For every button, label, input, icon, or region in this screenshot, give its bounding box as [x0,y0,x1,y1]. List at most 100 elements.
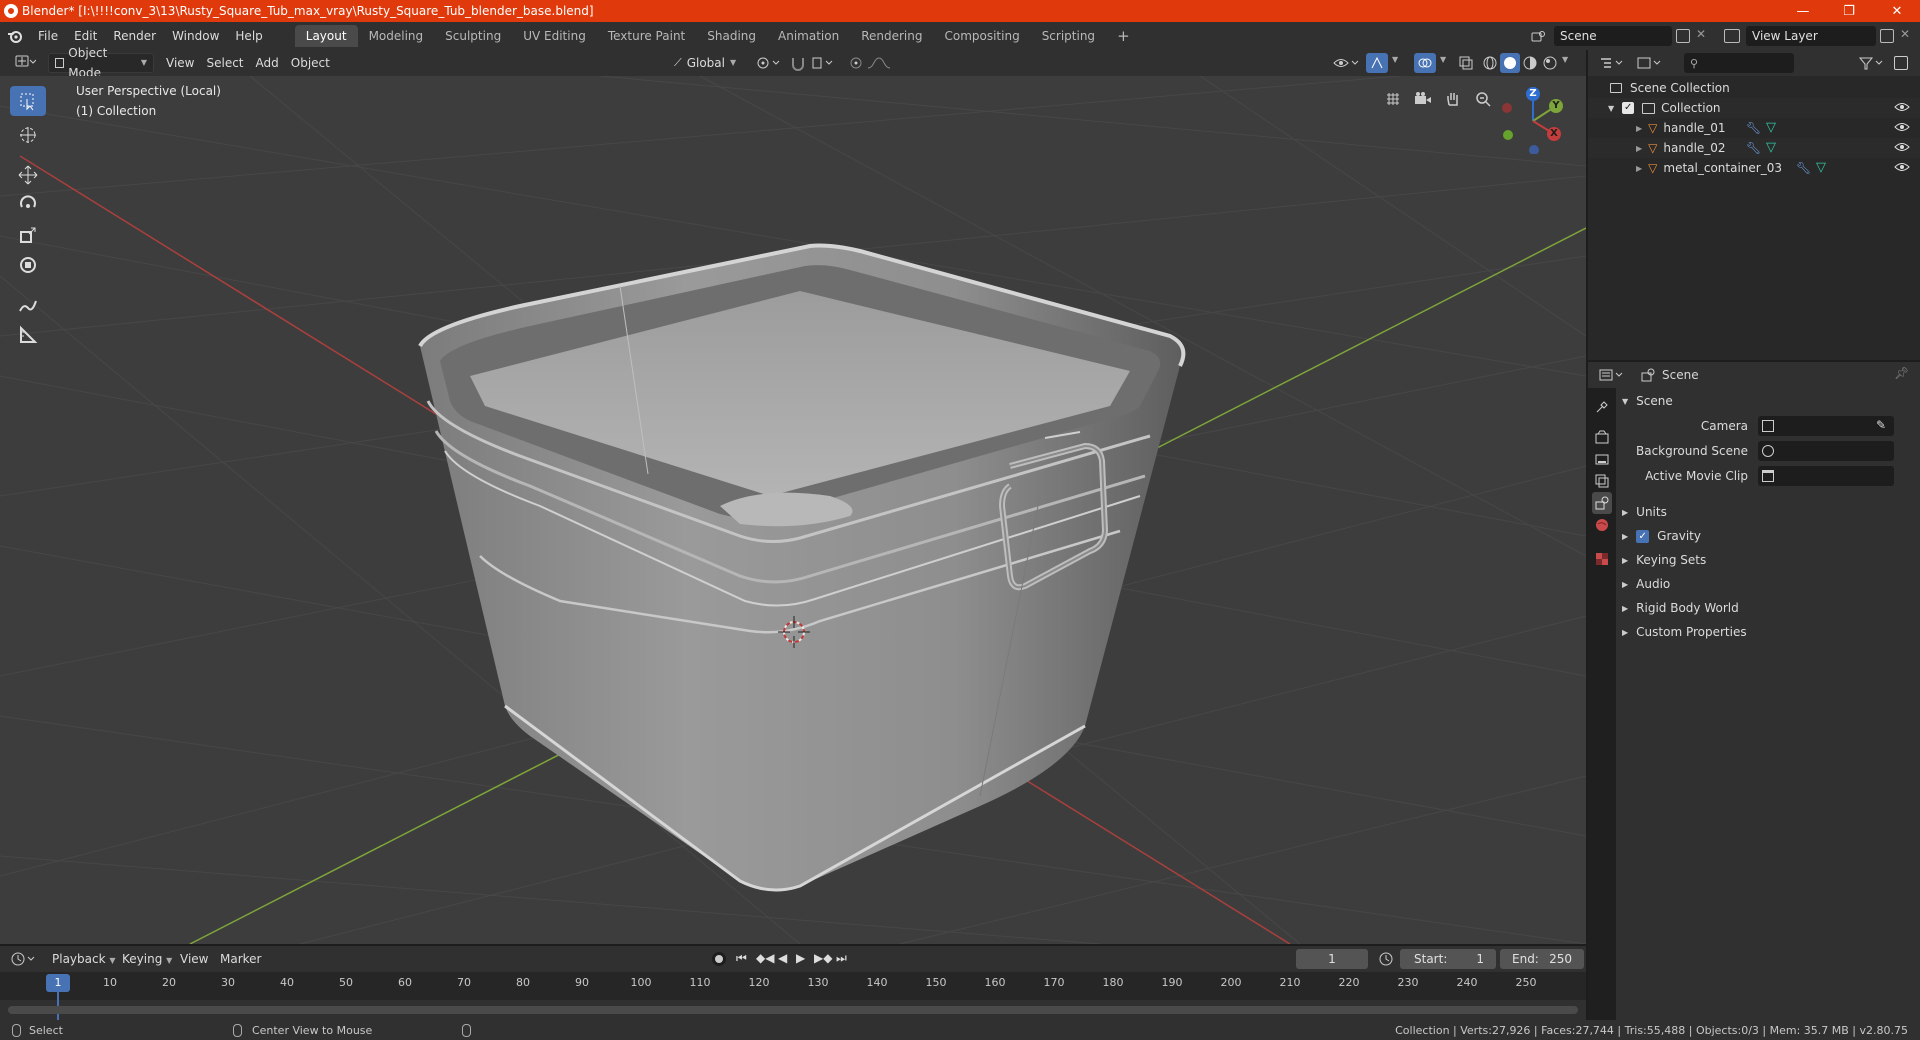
camera-view-icon[interactable] [1410,86,1436,112]
toggle-camera-view-icon[interactable] [1380,86,1406,112]
scene-panel-header[interactable]: ▼ Scene [1618,390,1918,412]
xray-toggle-icon[interactable] [1458,55,1474,71]
scene-selector-icon[interactable] [1526,26,1550,46]
rendered-shading-icon[interactable] [1542,55,1558,71]
gravity-checkbox[interactable]: ✓ [1636,529,1650,543]
play-icon[interactable]: ▶ [796,951,805,965]
menu-keying[interactable]: Keying ▼ [116,949,178,969]
pivot-point-icon[interactable] [756,55,784,71]
new-scene-icon[interactable] [1676,29,1690,43]
tool-settings-tab-icon[interactable] [1592,396,1612,418]
filter-icon[interactable] [1858,55,1886,71]
camera-field[interactable]: ✎ [1758,416,1894,436]
outliner-editor-type-icon[interactable] [1598,55,1626,71]
tab-scripting[interactable]: Scripting [1031,25,1106,47]
delete-scene-icon[interactable]: ✕ [1696,27,1706,41]
view-layer-icon[interactable] [1724,29,1740,43]
new-collection-icon[interactable] [1894,56,1908,70]
expand-arrow-icon[interactable]: ▼ [1608,104,1614,113]
maximize-button[interactable]: ❐ [1826,0,1872,22]
eye-icon[interactable] [1894,120,1910,134]
start-frame-field[interactable]: Start: 1 [1400,949,1496,969]
next-keyframe-icon[interactable]: ▶◆ [814,951,832,965]
select-box-tool[interactable] [10,86,46,116]
play-reverse-icon[interactable]: ◀ [778,951,787,965]
menu-playback[interactable]: Playback ▼ [46,949,122,969]
texture-tab-icon[interactable] [1592,548,1612,570]
current-frame-field[interactable]: 1 [1296,949,1368,969]
collection-checkbox[interactable]: ✓ [1622,102,1635,114]
scene-name-field[interactable]: Scene [1554,26,1672,46]
overlays-dropdown-icon[interactable]: ▼ [1440,55,1446,64]
gizmo-toggle-icon[interactable] [1366,53,1388,73]
rigid-body-world-section[interactable]: ▶ Rigid Body World [1618,597,1918,619]
gizmo-y-axis[interactable]: Y [1549,99,1563,113]
outliner-search-input[interactable]: ⚲ [1684,53,1794,73]
outliner-object-row[interactable]: ▶ ▽ metal_container_03 🔧︎ ▽ [1588,158,1920,178]
overlays-toggle-icon[interactable] [1414,53,1436,73]
eye-icon[interactable] [1894,160,1910,174]
move-tool[interactable] [10,160,46,190]
record-icon[interactable] [712,952,726,966]
tab-layout[interactable]: Layout [294,25,358,47]
delete-view-layer-icon[interactable]: ✕ [1900,27,1910,41]
keying-sets-section[interactable]: ▶ Keying Sets [1618,549,1918,571]
properties-editor-type-icon[interactable] [1598,367,1626,383]
modifier-wrench-icon[interactable]: 🔧︎ [1746,141,1761,155]
world-tab-icon[interactable] [1592,514,1612,536]
mesh-data-icon[interactable]: ▽ [1766,140,1776,155]
gizmo-dropdown-icon[interactable]: ▼ [1392,55,1398,64]
custom-properties-section[interactable]: ▶ Custom Properties [1618,621,1918,643]
new-view-layer-icon[interactable] [1880,29,1894,43]
timeline-scrollbar[interactable] [8,1006,1578,1014]
gizmo-z-axis[interactable]: Z [1526,87,1540,101]
menu-view[interactable]: View [160,53,200,73]
editor-type-icon[interactable] [8,53,42,73]
snap-icon[interactable] [790,55,836,71]
cursor-tool[interactable] [10,120,46,150]
material-shading-icon[interactable] [1522,55,1538,71]
gizmo-x-axis[interactable]: X [1547,127,1561,141]
menu-window[interactable]: Window [164,25,227,47]
eyedropper-icon[interactable]: ✎ [1876,418,1886,432]
pin-icon[interactable]: 📌︎ [1894,366,1909,380]
scene-tab-icon[interactable] [1592,492,1612,514]
view-layer-field[interactable]: View Layer [1746,26,1876,46]
scale-tool[interactable] [10,220,46,250]
prev-keyframe-icon[interactable]: ◆◀ [756,951,774,965]
preview-range-clock-icon[interactable] [1378,951,1394,967]
units-section[interactable]: ▶ Units [1618,501,1918,523]
solid-shading-icon[interactable] [1500,53,1520,73]
eye-icon[interactable] [1894,140,1910,154]
minimize-button[interactable]: — [1780,0,1826,22]
mesh-data-icon[interactable]: ▽ [1766,120,1776,135]
output-tab-icon[interactable] [1592,448,1612,470]
outliner-object-row[interactable]: ▶ ▽ handle_02 🔧︎ ▽ [1588,138,1920,158]
annotate-tool[interactable] [10,290,46,320]
pan-hand-icon[interactable] [1440,86,1466,112]
timeline-ruler[interactable]: 1102030405060708090100110120130140150160… [0,972,1586,1022]
tab-shading[interactable]: Shading [696,25,767,47]
expand-arrow-icon[interactable]: ▶ [1636,164,1642,173]
menu-file[interactable]: File [30,25,66,47]
shading-dropdown-icon[interactable]: ▼ [1562,55,1568,64]
menu-marker[interactable]: Marker [214,949,267,969]
outliner-collection-row[interactable]: ▼ ✓ Collection [1588,98,1920,118]
jump-start-icon[interactable]: ⏮ [736,951,747,966]
timeline-editor-type-icon[interactable] [10,951,38,967]
visibility-dropdown-icon[interactable] [1332,55,1360,71]
expand-arrow-icon[interactable]: ▶ [1636,124,1642,133]
display-mode-icon[interactable] [1636,55,1664,71]
end-frame-field[interactable]: End: 250 [1500,949,1584,969]
blender-menu-icon[interactable] [0,25,30,47]
menu-object[interactable]: Object [285,53,336,73]
tab-sculpting[interactable]: Sculpting [434,25,512,47]
view-layer-tab-icon[interactable] [1592,470,1612,492]
rotate-tool[interactable] [10,190,46,220]
add-workspace-button[interactable]: + [1106,25,1141,47]
background-scene-field[interactable] [1758,441,1894,461]
modifier-wrench-icon[interactable]: 🔧︎ [1796,161,1811,175]
eye-icon[interactable] [1894,100,1910,114]
3d-viewport[interactable]: User Perspective (Local) (1) Collection … [0,76,1586,944]
modifier-wrench-icon[interactable]: 🔧︎ [1746,121,1761,135]
